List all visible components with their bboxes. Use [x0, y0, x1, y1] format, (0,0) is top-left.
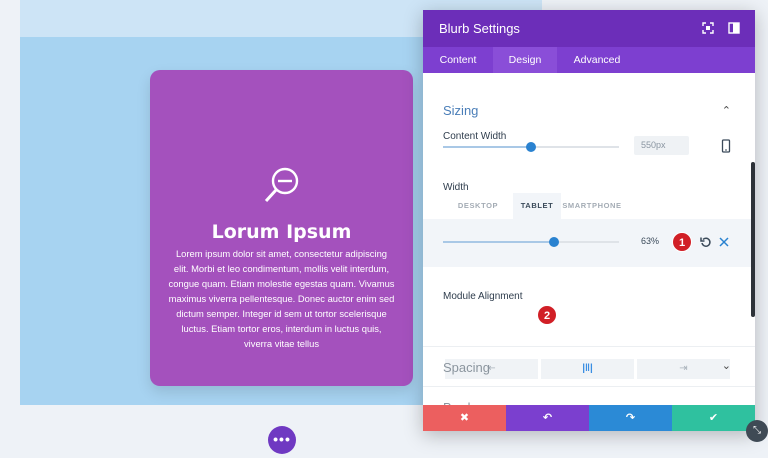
content-width-input[interactable]: 550px [634, 136, 689, 155]
width-label: Width [443, 182, 469, 193]
mobile-device-icon[interactable] [721, 139, 731, 153]
blurb-body-text: Lorem ipsum dolor sit amet, consectetur … [168, 248, 395, 349]
tab-design[interactable]: Design [493, 47, 557, 73]
panel-title: Blurb Settings [439, 21, 520, 36]
close-icon[interactable] [719, 237, 729, 247]
panel-tabs: Content Design Advanced [423, 47, 755, 73]
step-badge-1: 1 [672, 232, 692, 252]
redo-button[interactable]: ↷ [589, 405, 672, 431]
section-title-sizing[interactable]: Sizing [443, 103, 478, 118]
step-badge-2: 2 [537, 305, 557, 325]
module-alignment-label: Module Alignment [443, 291, 523, 302]
panel-header: Blurb Settings [423, 10, 755, 47]
sidebar-toggle-icon[interactable] [727, 21, 741, 35]
content-width-slider[interactable] [443, 142, 619, 152]
device-tab-desktop[interactable]: DESKTOP [443, 193, 513, 219]
blurb-title: Lorum Ipsum [211, 221, 352, 243]
tablet-width-row: 63% 1 [423, 219, 755, 267]
chevron-down-icon[interactable]: ⌄ [722, 359, 731, 372]
section-title-spacing[interactable]: Spacing [443, 360, 490, 375]
width-value[interactable]: 63% [641, 236, 659, 246]
panel-content: Sizing ⌃ Content Width 550px Width DESKT… [423, 73, 755, 415]
zoom-out-icon [264, 167, 299, 203]
tab-content[interactable]: Content [423, 47, 493, 73]
align-right-button[interactable]: ⇥ [637, 359, 730, 379]
undo-button[interactable]: ↶ [506, 405, 589, 431]
chevron-up-icon[interactable]: ⌃ [722, 104, 731, 117]
more-options-button[interactable]: ••• [268, 426, 296, 454]
reset-icon[interactable] [700, 236, 712, 248]
width-slider[interactable] [443, 237, 619, 247]
panel-footer: ✖ ↶ ↷ ✔ [423, 405, 755, 431]
panel-scrollbar[interactable] [751, 162, 755, 317]
width-slider-handle[interactable] [548, 237, 559, 247]
section-divider [423, 346, 755, 347]
save-button[interactable]: ✔ [672, 405, 755, 431]
fullscreen-icon[interactable] [701, 21, 715, 35]
device-tab-tablet[interactable]: TABLET [513, 193, 561, 219]
align-center-button[interactable]: |‖| [541, 359, 634, 379]
tab-advanced[interactable]: Advanced [557, 47, 637, 73]
blurb-settings-panel: Blurb Settings Content Design Advanced S… [423, 10, 755, 431]
content-width-label: Content Width [443, 131, 507, 142]
section-divider [423, 386, 755, 387]
resize-handle-icon[interactable]: ⤡ [746, 420, 768, 442]
device-tab-smartphone[interactable]: SMARTPHONE [561, 193, 623, 219]
blurb-card[interactable]: Lorum Ipsum Lorem ipsum dolor sit amet, … [150, 70, 413, 386]
cancel-button[interactable]: ✖ [423, 405, 506, 431]
content-width-slider-handle[interactable] [526, 142, 536, 152]
